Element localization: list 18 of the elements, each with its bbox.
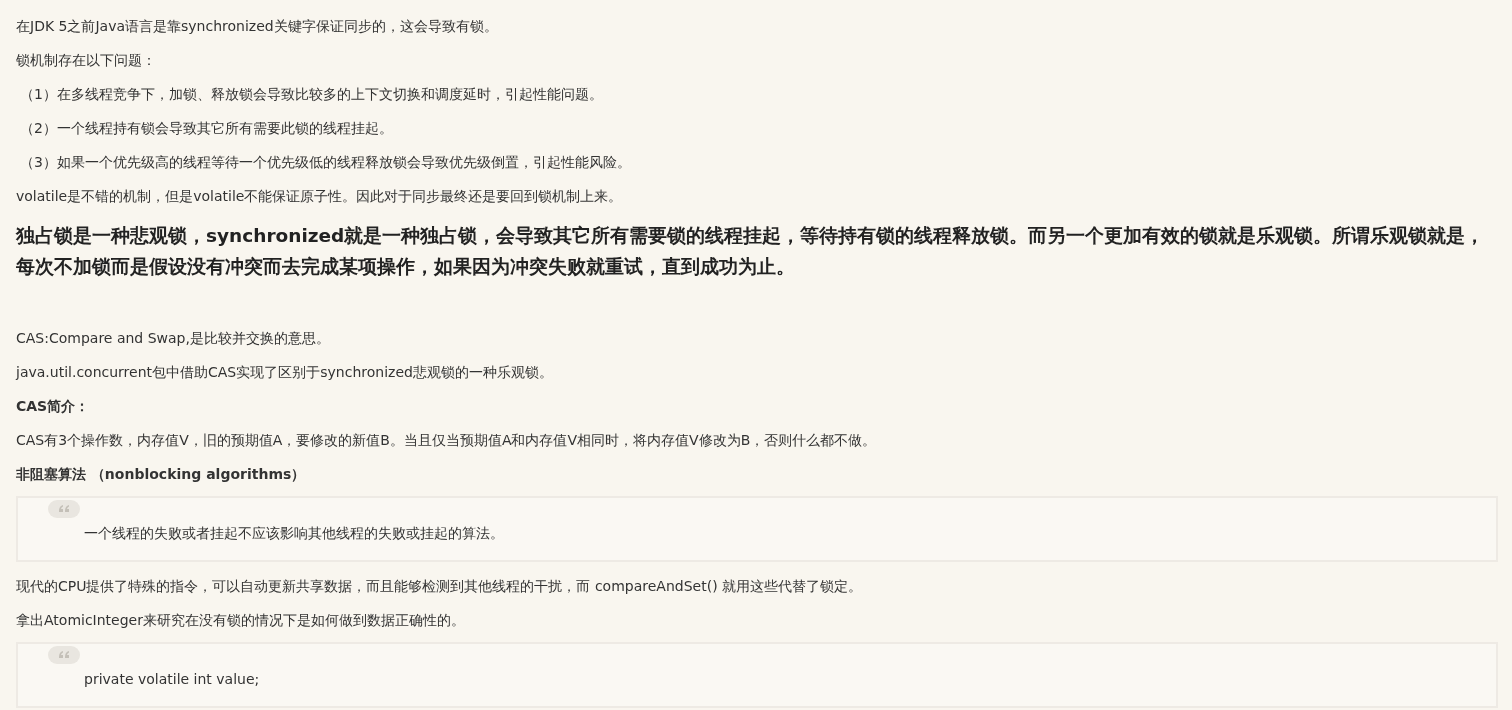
bold-paragraph: 独占锁是一种悲观锁，synchronized就是一种独占锁，会导致其它所有需要锁的线程挂起，等待持有锁的线程释放锁。而另一个更加有效的锁就是乐观锁。所谓乐观锁就是，每次不加锁而是假设没有冲突而去完成某项操作，如果因为冲突失败就重试，直到成功为止。 (16, 224, 1486, 279)
paragraph: CAS:Compare and Swap,是比较并交换的意思。 (16, 329, 331, 348)
paragraph: 拿出AtomicInteger来研究在没有锁的情况下是如何做到数据正确性的。 (16, 611, 466, 630)
paragraph: 现代的CPU提供了特殊的指令，可以自动更新共享数据，而且能够检测到其他线程的干扰，而 compareAndSet() 就用这些代替了锁定。 (16, 577, 864, 596)
paragraph: 在JDK 5之前Java语言是靠synchronized关键字保证同步的，这会导致有锁。 (16, 17, 499, 36)
quote-icon (48, 646, 80, 664)
list-item: （3）如果一个优先级高的线程等待一个优先级低的线程释放锁会导致优先级倒置，引起性能风险。 (19, 153, 632, 172)
list-item: （1）在多线程竞争下，加锁、释放锁会导致比较多的上下文切换和调度延时，引起性能问题。 (19, 85, 604, 104)
paragraph: java.util.concurrent包中借助CAS实现了区别于synchronized悲观锁的一种乐观锁。 (16, 363, 554, 382)
paragraph: 锁机制存在以下问题： (16, 51, 157, 70)
quote-text: private volatile int value; (84, 671, 260, 687)
quote-icon (48, 500, 80, 518)
quote-text: 一个线程的失败或者挂起不应该影响其他线程的失败或挂起的算法。 (84, 525, 504, 541)
subheading: CAS简介： (16, 397, 91, 416)
paragraph: CAS有3个操作数，内存值V，旧的预期值A，要修改的新值B。当且仅当预期值A和内存值V相同时，将内存值V修改为B，否则什么都不做。 (16, 431, 878, 450)
subheading: 非阻塞算法 （nonblocking algorithms） (16, 465, 307, 484)
list-item: （2）一个线程持有锁会导致其它所有需要此锁的线程挂起。 (19, 119, 394, 138)
paragraph: volatile是不错的机制，但是volatile不能保证原子性。因此对于同步最终还是要回到锁机制上来。 (16, 187, 624, 206)
